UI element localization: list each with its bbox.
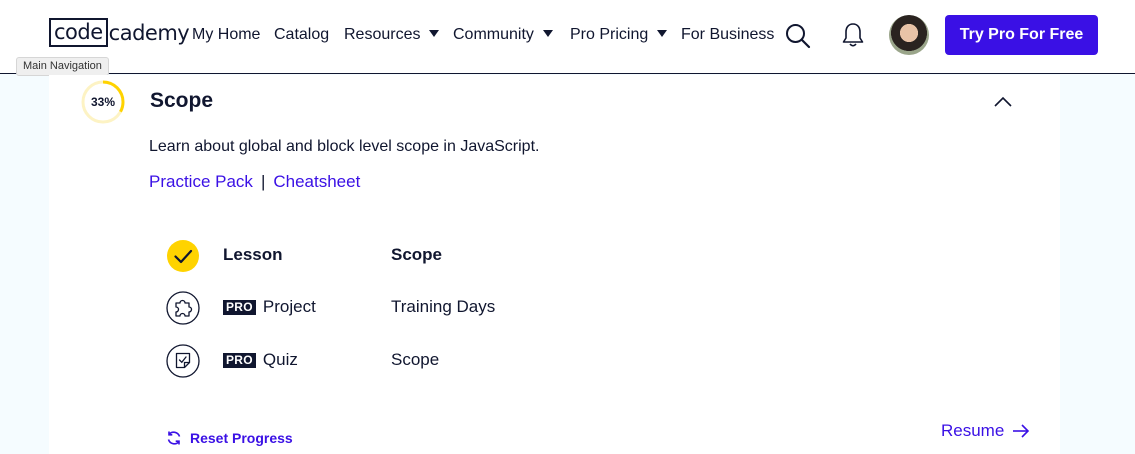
item-type: Project: [262, 297, 316, 316]
section-description: Learn about global and block level scope…: [149, 138, 540, 155]
nav-catalog[interactable]: Catalog: [274, 24, 329, 46]
arrow-right-icon: [1013, 424, 1030, 438]
link-separator: |: [260, 172, 266, 191]
quiz-icon: [166, 344, 200, 378]
pro-badge: PRO: [223, 299, 256, 315]
section-title: Scope: [150, 89, 214, 112]
user-avatar[interactable]: [889, 15, 929, 55]
reset-progress-button[interactable]: Reset Progress: [166, 430, 293, 446]
reset-progress-label: Reset Progress: [190, 430, 293, 446]
item-name: Training Days: [391, 297, 496, 316]
main-navigation-tooltip: Main Navigation: [16, 57, 109, 76]
nav-pro-pricing[interactable]: Pro Pricing: [570, 24, 668, 46]
bell-icon[interactable]: [842, 22, 864, 53]
nav-pro-pricing-label: Pro Pricing: [570, 26, 649, 43]
content-item-row[interactable]: Lesson Scope: [166, 239, 766, 273]
item-type-wrapper: PRO Quiz: [223, 350, 298, 370]
codecademy-logo[interactable]: code cademy: [49, 18, 190, 47]
content-item-row[interactable]: PRO Quiz Scope: [166, 344, 766, 378]
nav-community[interactable]: Community: [453, 24, 553, 46]
refresh-icon: [167, 431, 181, 445]
section-links: Practice Pack | Cheatsheet: [149, 172, 360, 192]
nav-my-home[interactable]: My Home: [192, 24, 260, 46]
item-type: Quiz: [262, 350, 298, 369]
puzzle-icon: [166, 291, 200, 325]
item-name: Scope: [391, 350, 440, 369]
item-type-wrapper: PRO Project: [223, 297, 316, 317]
content-item-row[interactable]: PRO Project Training Days: [166, 291, 766, 325]
progress-percent: 33%: [90, 95, 116, 109]
search-icon[interactable]: [785, 23, 811, 54]
logo-cademy-text: cademy: [108, 20, 190, 45]
nav-resources-label: Resources: [344, 26, 421, 43]
caret-down-icon: [657, 30, 668, 38]
nav-resources[interactable]: Resources: [344, 24, 440, 46]
item-name: Scope: [391, 245, 443, 264]
caret-down-icon: [429, 30, 440, 38]
try-pro-button[interactable]: Try Pro For Free: [945, 15, 1098, 55]
nav-community-label: Community: [453, 26, 534, 43]
item-type: Lesson: [223, 245, 283, 264]
resume-button[interactable]: Resume: [941, 421, 1030, 441]
top-navigation-bar: code cademy My Home Catalog Resources Com…: [0, 0, 1135, 74]
caret-down-icon: [542, 30, 553, 38]
check-icon: [167, 240, 199, 272]
chevron-up-icon[interactable]: [992, 95, 1014, 109]
pro-badge: PRO: [223, 352, 256, 368]
nav-for-business[interactable]: For Business: [681, 24, 774, 46]
resume-label: Resume: [941, 421, 1005, 440]
cheatsheet-link[interactable]: Cheatsheet: [273, 172, 360, 191]
practice-pack-link[interactable]: Practice Pack: [149, 172, 253, 191]
logo-code-box: code: [49, 18, 108, 47]
